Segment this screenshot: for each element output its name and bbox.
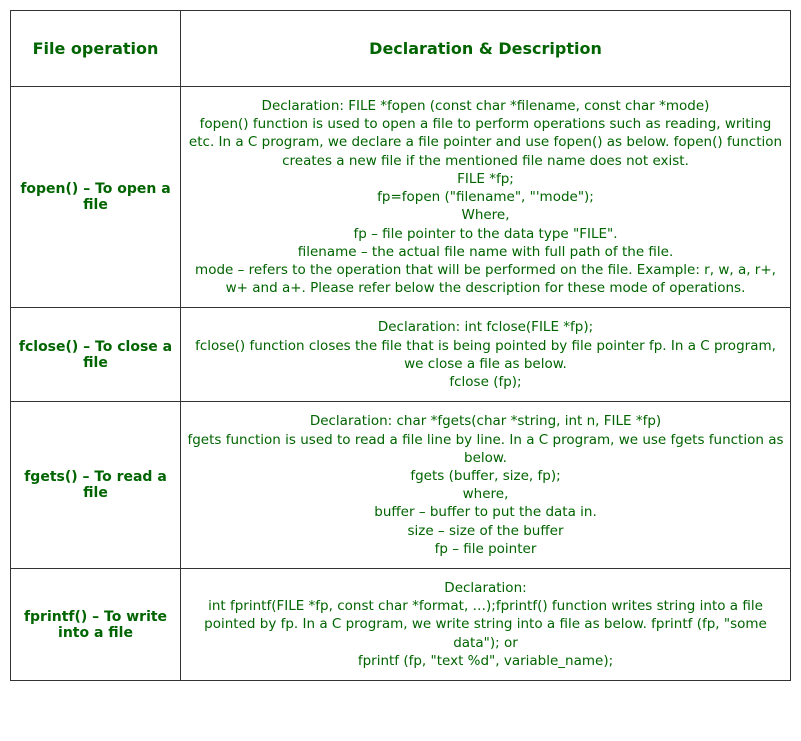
operation-cell: fgets() – To read a file <box>11 402 181 569</box>
table-header-row: File operation Declaration & Description <box>11 11 791 87</box>
description-line: where, <box>187 485 784 503</box>
description-line: fgets (buffer, size, fp); <box>187 467 784 485</box>
description-line: fgets function is used to read a file li… <box>187 431 784 467</box>
description-line: int fprintf(FILE *fp, const char *format… <box>187 597 784 652</box>
description-line: Declaration: FILE *fopen (const char *fi… <box>187 97 784 115</box>
description-line: mode – refers to the operation that will… <box>187 261 784 297</box>
description-line: fp – file pointer <box>187 540 784 558</box>
description-line: filename – the actual file name with ful… <box>187 243 784 261</box>
description-line: Where, <box>187 206 784 224</box>
description-line: buffer – buffer to put the data in. <box>187 503 784 521</box>
header-declaration-description: Declaration & Description <box>181 11 791 87</box>
table-row: fprintf() – To write into a fileDeclarat… <box>11 569 791 681</box>
description-line: fp – file pointer to the data type "FILE… <box>187 225 784 243</box>
description-line: Declaration: <box>187 579 784 597</box>
description-cell: Declaration:int fprintf(FILE *fp, const … <box>181 569 791 681</box>
description-line: fp=fopen ("filename", "'mode"); <box>187 188 784 206</box>
description-line: fclose() function closes the file that i… <box>187 337 784 373</box>
description-line: Declaration: int fclose(FILE *fp); <box>187 318 784 336</box>
description-line: Declaration: char *fgets(char *string, i… <box>187 412 784 430</box>
file-operations-table: File operation Declaration & Description… <box>10 10 791 681</box>
operation-cell: fprintf() – To write into a file <box>11 569 181 681</box>
description-line: fopen() function is used to open a file … <box>187 115 784 170</box>
table-row: fgets() – To read a file Declaration: cha… <box>11 402 791 569</box>
table-row: fclose() – To close a fileDeclaration: i… <box>11 308 791 402</box>
operation-cell: fopen() – To open a file <box>11 87 181 308</box>
description-cell: Declaration: int fclose(FILE *fp);fclose… <box>181 308 791 402</box>
description-line: fprintf (fp, "text %d", variable_name); <box>187 652 784 670</box>
header-file-operation: File operation <box>11 11 181 87</box>
description-line: fclose (fp); <box>187 373 784 391</box>
table-body: fopen() – To open a file Declaration: FIL… <box>11 87 791 681</box>
table-row: fopen() – To open a file Declaration: FIL… <box>11 87 791 308</box>
description-line: FILE *fp; <box>187 170 784 188</box>
description-line: size – size of the buffer <box>187 522 784 540</box>
description-cell: Declaration: char *fgets(char *string, i… <box>181 402 791 569</box>
description-cell: Declaration: FILE *fopen (const char *fi… <box>181 87 791 308</box>
operation-cell: fclose() – To close a file <box>11 308 181 402</box>
